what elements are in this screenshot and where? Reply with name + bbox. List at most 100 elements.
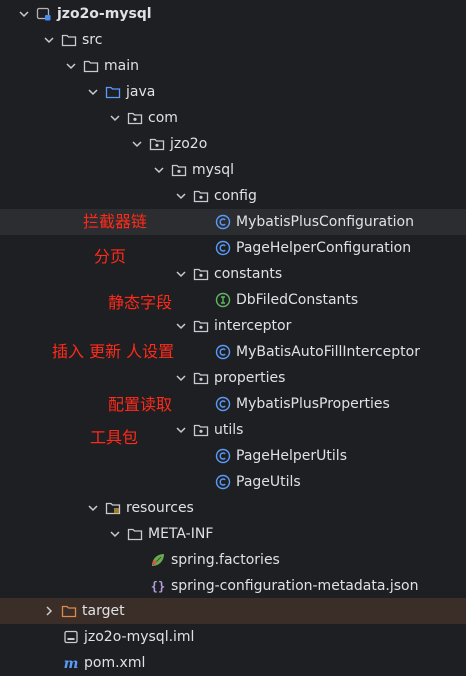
tree-row-target[interactable]: target [0,598,466,624]
class-label: MybatisPlusProperties [236,396,390,412]
folder-icon [83,58,99,74]
resources-folder-icon [105,500,121,516]
tree-row-page-utils[interactable]: PageUtils [0,469,466,495]
module-file-icon [63,629,79,645]
tree-row-spring-factories[interactable]: spring.factories [0,547,466,573]
interface-label: DbFiledConstants [236,292,359,308]
annotation-paging: 分页 [94,247,127,266]
tree-row-src[interactable]: src [0,27,466,53]
excluded-folder-icon [61,603,77,619]
chevron-down-icon[interactable] [173,266,189,282]
package-label: com [148,110,178,126]
chevron-down-icon[interactable] [107,526,123,542]
package-icon [193,370,209,386]
chevron-right-icon[interactable] [41,603,57,619]
chevron-down-icon[interactable] [85,84,101,100]
file-label: spring-configuration-metadata.json [171,578,419,594]
package-label: config [214,188,257,204]
chevron-down-icon[interactable] [16,6,32,22]
chevron-down-icon[interactable] [173,188,189,204]
tree-row-page-helper-utils[interactable]: PageHelperUtils [0,443,466,469]
package-label: jzo2o [170,136,208,152]
source-folder-icon [105,84,121,100]
tree-row-iml[interactable]: jzo2o-mysql.iml [0,624,466,650]
file-label: jzo2o-mysql.iml [84,629,195,645]
svg-text:m: m [64,656,79,671]
folder-icon [61,32,77,48]
tree-row-page-helper-configuration[interactable]: PageHelperConfiguration [0,235,466,261]
tree-row-pom[interactable]: m pom.xml [0,650,466,676]
class-icon [215,474,231,490]
interface-icon [215,292,231,308]
class-icon [215,214,231,230]
annotation-insert-update: 插入 更新 人设置 [52,342,175,361]
tree-row-properties[interactable]: properties [0,365,466,391]
package-icon [193,188,209,204]
class-label: PageUtils [236,474,301,490]
chevron-down-icon[interactable] [129,136,145,152]
package-label: properties [214,370,286,386]
class-icon [215,396,231,412]
tree-row-mybatis-plus-configuration[interactable]: MybatisPlusConfiguration [0,209,466,235]
class-icon [215,448,231,464]
package-icon [149,136,165,152]
folder-icon [127,526,143,542]
annotation-interceptor-chain: 拦截器链 [83,212,148,231]
module-folder-icon [36,6,52,22]
chevron-down-icon[interactable] [63,58,79,74]
tree-row-constants[interactable]: constants [0,261,466,287]
package-label: utils [214,422,244,438]
chevron-down-icon[interactable] [173,318,189,334]
chevron-down-icon[interactable] [173,422,189,438]
tree-row-java[interactable]: java [0,79,466,105]
project-name: jzo2o-mysql [57,6,152,22]
chevron-down-icon[interactable] [151,162,167,178]
folder-label: resources [126,500,194,516]
chevron-down-icon[interactable] [107,110,123,126]
tree-row-meta-inf[interactable]: META-INF [0,521,466,547]
annotation-config-read: 配置读取 [108,395,173,414]
tree-row-metadata-json[interactable]: {} spring-configuration-metadata.json [0,573,466,599]
tree-row-jzo2o[interactable]: jzo2o [0,131,466,157]
tree-row-com[interactable]: com [0,105,466,131]
tree-row-interceptor[interactable]: interceptor [0,313,466,339]
chevron-down-icon[interactable] [173,370,189,386]
spring-leaf-icon [150,552,166,568]
class-label: MyBatisAutoFillInterceptor [236,344,420,360]
tree-row-main[interactable]: main [0,53,466,79]
tree-row-resources[interactable]: resources [0,495,466,521]
package-icon [193,422,209,438]
file-label: spring.factories [171,552,280,568]
tree-row-utils[interactable]: utils [0,417,466,443]
tree-row-mysql[interactable]: mysql [0,157,466,183]
package-label: constants [214,266,283,282]
svg-text:{}: {} [151,580,165,594]
folder-label: src [82,32,103,48]
package-label: interceptor [214,318,292,334]
class-icon [215,240,231,256]
folder-label: java [126,84,156,100]
json-icon: {} [150,578,166,594]
tree-row-mybatis-plus-properties[interactable]: MybatisPlusProperties [0,391,466,417]
class-label: PageHelperUtils [236,448,347,464]
chevron-down-icon[interactable] [41,32,57,48]
chevron-down-icon[interactable] [85,500,101,516]
folder-label: target [82,603,125,619]
annotation-static-fields: 静态字段 [108,293,173,312]
annotation-toolkit: 工具包 [90,428,139,447]
tree-row-project[interactable]: jzo2o-mysql [0,1,466,27]
package-icon [127,110,143,126]
folder-label: META-INF [148,526,214,542]
maven-icon: m [63,655,79,671]
tree-row-config[interactable]: config [0,183,466,209]
package-label: mysql [192,162,234,178]
class-icon [215,344,231,360]
package-icon [193,318,209,334]
file-label: pom.xml [84,655,146,671]
package-icon [193,266,209,282]
tree-row-db-filed-constants[interactable]: DbFiledConstants [0,287,466,313]
class-label: PageHelperConfiguration [236,240,412,256]
package-icon [171,162,187,178]
class-label: MybatisPlusConfiguration [236,214,414,230]
folder-label: main [104,58,139,74]
